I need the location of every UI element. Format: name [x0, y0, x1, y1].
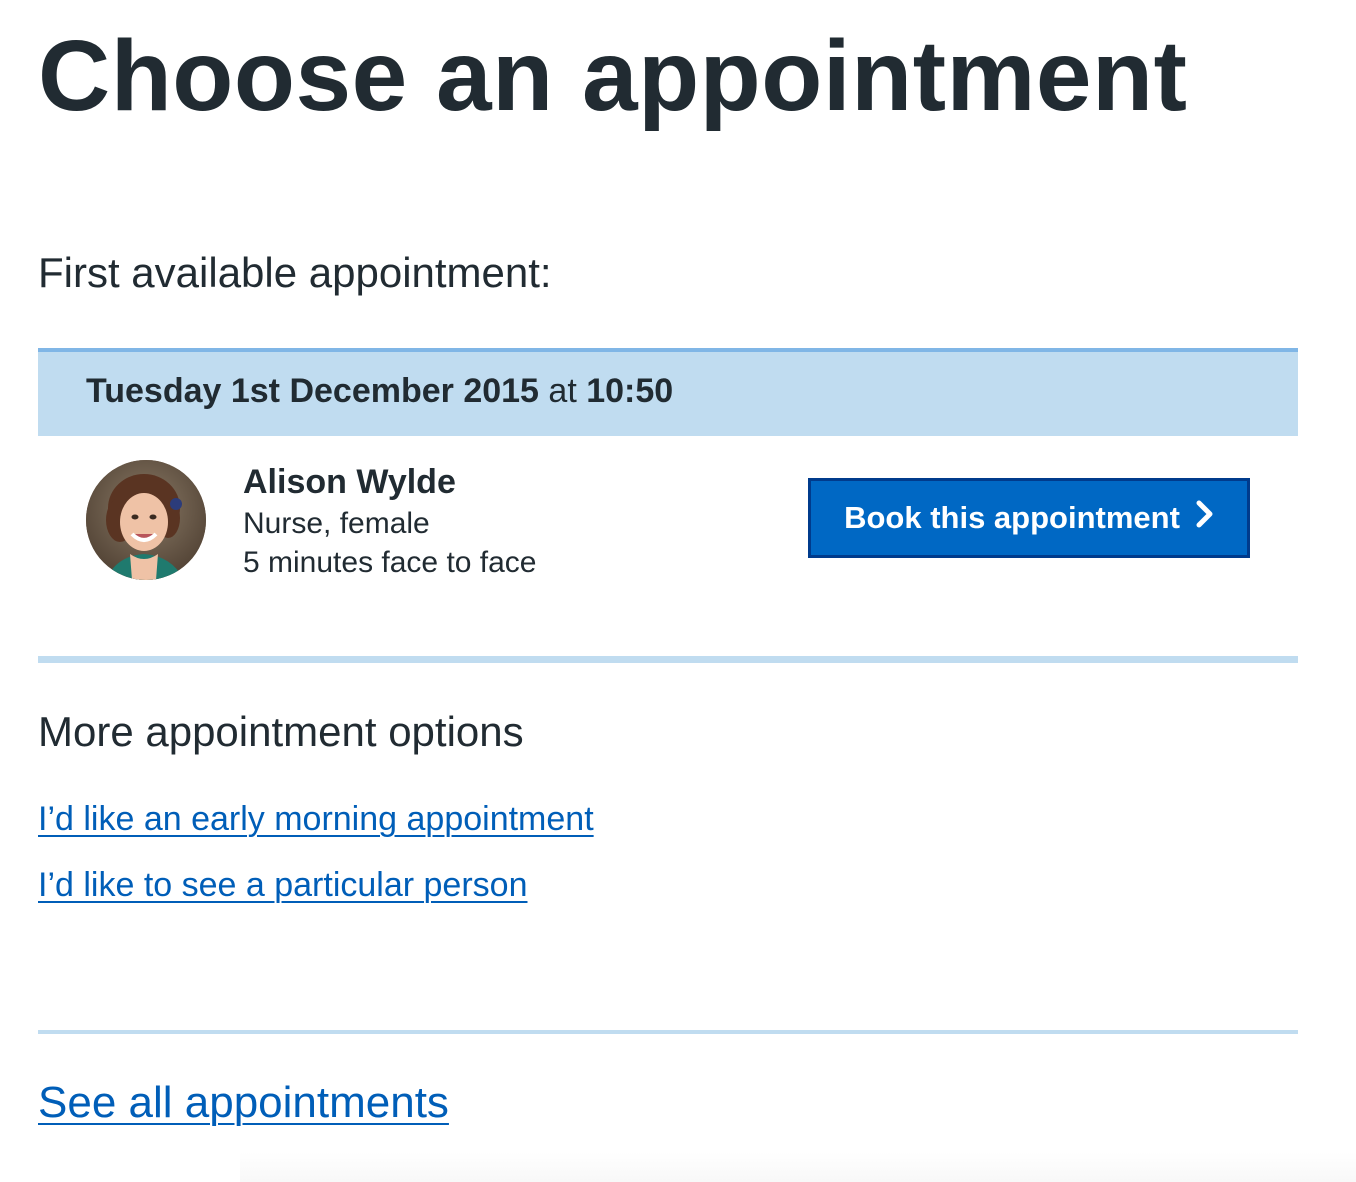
see-all-appointments-link[interactable]: See all appointments	[38, 1076, 449, 1130]
page-title: Choose an appointment	[38, 20, 1188, 132]
clinician-role: Nurse, female	[243, 507, 430, 540]
more-options-heading: More appointment options	[38, 708, 524, 755]
clinician-details: Alison Wylde Nurse, female 5 minutes fac…	[243, 460, 537, 582]
footer-divider	[38, 1030, 1298, 1034]
early-morning-link[interactable]: I’d like an early morning appointment	[38, 798, 594, 840]
appointment-date: Tuesday 1st December 2015	[86, 372, 539, 410]
particular-person-link[interactable]: I’d like to see a particular person	[38, 864, 527, 906]
book-appointment-label: Book this appointment	[844, 500, 1180, 535]
appointment-datetime: Tuesday 1st December 2015 at 10:50	[86, 370, 673, 412]
appointment-slot-header: Tuesday 1st December 2015 at 10:50	[38, 348, 1298, 436]
clinician-avatar	[86, 460, 206, 580]
appointment-time: 10:50	[586, 372, 674, 410]
appointment-at: at	[548, 372, 577, 410]
person-photo-icon	[86, 460, 206, 580]
appointment-duration: 5 minutes face to face	[243, 546, 537, 579]
bottom-fade	[240, 1152, 1356, 1182]
chevron-right-icon	[1196, 500, 1214, 536]
clinician-name: Alison Wylde	[243, 463, 456, 501]
first-available-label: First available appointment:	[38, 249, 552, 296]
section-divider	[38, 656, 1298, 663]
book-appointment-button[interactable]: Book this appointment	[808, 478, 1250, 558]
